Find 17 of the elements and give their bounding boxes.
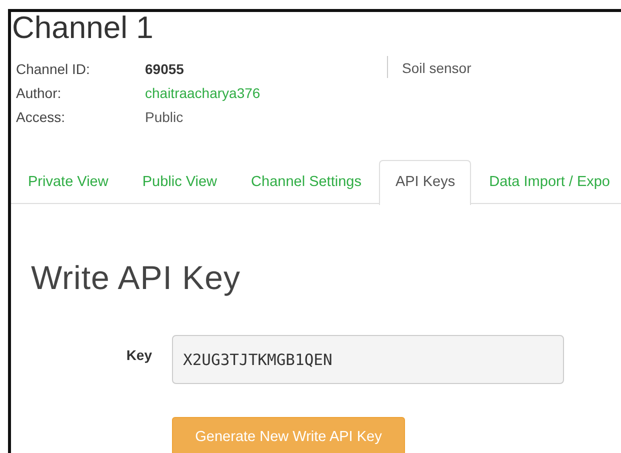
field-label: Key bbox=[125, 346, 153, 362]
generate-key-button[interactable]: Generate New Write API Key bbox=[172, 417, 405, 453]
section-heading: Write API Key bbox=[31, 259, 242, 297]
field-value: Public bbox=[145, 108, 184, 126]
channel-description: Soil sensor bbox=[387, 56, 472, 78]
tab[interactable]: Private View bbox=[12, 160, 124, 204]
field-label: Channel ID: bbox=[16, 60, 91, 78]
key-field[interactable]: X2UG3TJTKMGB1QEN bbox=[172, 335, 564, 384]
field-label: Author: bbox=[16, 84, 62, 102]
field-label: Access: bbox=[16, 108, 66, 126]
tab[interactable]: API Keys bbox=[379, 160, 472, 205]
author-link[interactable]: chaitraacharya376 bbox=[145, 84, 385, 102]
tab[interactable]: Public View bbox=[126, 160, 234, 204]
field-value: 69055 bbox=[145, 60, 185, 78]
tab[interactable]: Data Import / Expo bbox=[473, 160, 621, 204]
channel-title: Channel 1 bbox=[12, 12, 154, 42]
tab[interactable]: Channel Settings bbox=[235, 160, 378, 204]
